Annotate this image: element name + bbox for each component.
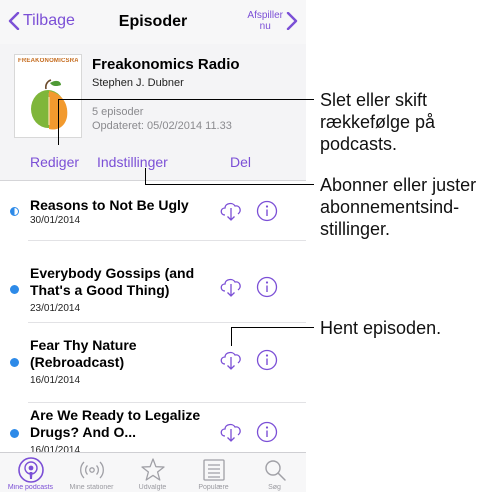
episode-date: 30/01/2014 [30,215,81,226]
settings-button[interactable]: Indstillinger [97,154,168,170]
callout-settings-text: Abonner eller juster abonnementsind-stil… [320,175,477,239]
episode-count: 5 episoder [92,106,144,118]
cloud-download-icon[interactable] [218,421,244,443]
podcasts-phone-screen: Tilbage Episoder Afspiller nu FREAKONOMI… [0,0,306,492]
info-icon[interactable] [256,421,278,443]
tab-label: Populære [198,484,229,491]
podcast-header: FREAKONOMICSRADIO Freakonomics Radio Ste… [0,44,306,180]
episode-row[interactable]: Everybody Gossips (and That's a Good Thi… [0,241,306,323]
stations-icon [79,461,104,479]
tab-featured[interactable]: Udvalgte [122,453,183,492]
podcast-title: Freakonomics Radio [92,56,240,73]
tab-label: Mine podcasts [7,484,54,491]
tab-top-charts[interactable]: Populære [183,453,244,492]
podcasts-icon [17,457,44,483]
settings-callout-vertical [145,168,146,184]
podcast-author: Stephen J. Dubner [92,77,184,89]
share-button[interactable]: Del [230,154,251,170]
search-icon [264,460,286,481]
edit-button[interactable]: Rediger [30,154,79,170]
episode-row[interactable]: Fear Thy Nature (Rebroadcast) 16/01/2014 [0,323,306,403]
artwork-logo: FREAKONOMICSRADIO [18,58,78,64]
tab-label: Udvalgte [138,484,167,491]
download-callout-vertical [231,327,232,346]
list-icon [202,459,225,481]
podcast-actions: Rediger Indstillinger Del [0,154,306,174]
unplayed-indicator [10,285,19,294]
tab-label: Søg [268,484,281,491]
episode-title: Fear Thy Nature (Rebroadcast) [30,337,137,370]
episode-title: Are We Ready to Legalize Drugs? And O... [30,407,201,440]
download-callout-horizontal [231,327,314,328]
episode-list: Reasons to Not Be Ugly 30/01/2014 Everyb… [0,180,306,453]
episode-date: 16/01/2014 [30,375,81,386]
callout-edit-text: Slet eller skift rækkefølge på podcasts. [320,90,436,154]
chevron-right-icon [286,12,298,30]
info-icon[interactable] [256,200,278,222]
tab-my-stations[interactable]: Mine stationer [61,453,122,492]
episode-row[interactable]: Are We Ready to Legalize Drugs? And O...… [0,403,306,453]
episode-date: 23/01/2014 [30,303,81,314]
tab-bar: Mine podcasts Mine stationer Udvalgte Po… [0,452,306,492]
settings-callout-horizontal [145,184,314,185]
info-icon[interactable] [256,276,278,298]
star-icon [140,458,165,481]
unplayed-indicator [10,358,19,367]
podcast-artwork: FREAKONOMICSRADIO [14,54,82,138]
now-playing-label-line1: Afspiller [247,10,283,21]
cloud-download-icon[interactable] [218,200,244,222]
edit-callout-horizontal [58,99,314,100]
episode-title: Reasons to Not Be Ugly [30,197,189,213]
edit-callout-vertical [58,99,59,145]
tab-label: Mine stationer [69,484,114,491]
callout-download-text: Hent episoden. [320,318,442,338]
navigation-bar: Tilbage Episoder Afspiller nu [0,0,306,44]
cloud-download-icon[interactable] [218,349,244,371]
tab-my-podcasts[interactable]: Mine podcasts [0,453,61,492]
half-played-indicator [10,207,19,216]
episode-row[interactable]: Reasons to Not Be Ugly 30/01/2014 [0,181,306,241]
info-icon[interactable] [256,349,278,371]
last-updated: Opdateret: 05/02/2014 11.33 [92,120,232,132]
now-playing-label-line2: nu [259,21,271,32]
apple-orange-illustration [31,79,68,130]
episode-title: Everybody Gossips (and That's a Good Thi… [30,265,195,298]
now-playing-button[interactable]: Afspiller nu [247,10,298,32]
unplayed-indicator [10,429,19,438]
tab-search[interactable]: Søg [244,453,305,492]
cloud-download-icon[interactable] [218,276,244,298]
